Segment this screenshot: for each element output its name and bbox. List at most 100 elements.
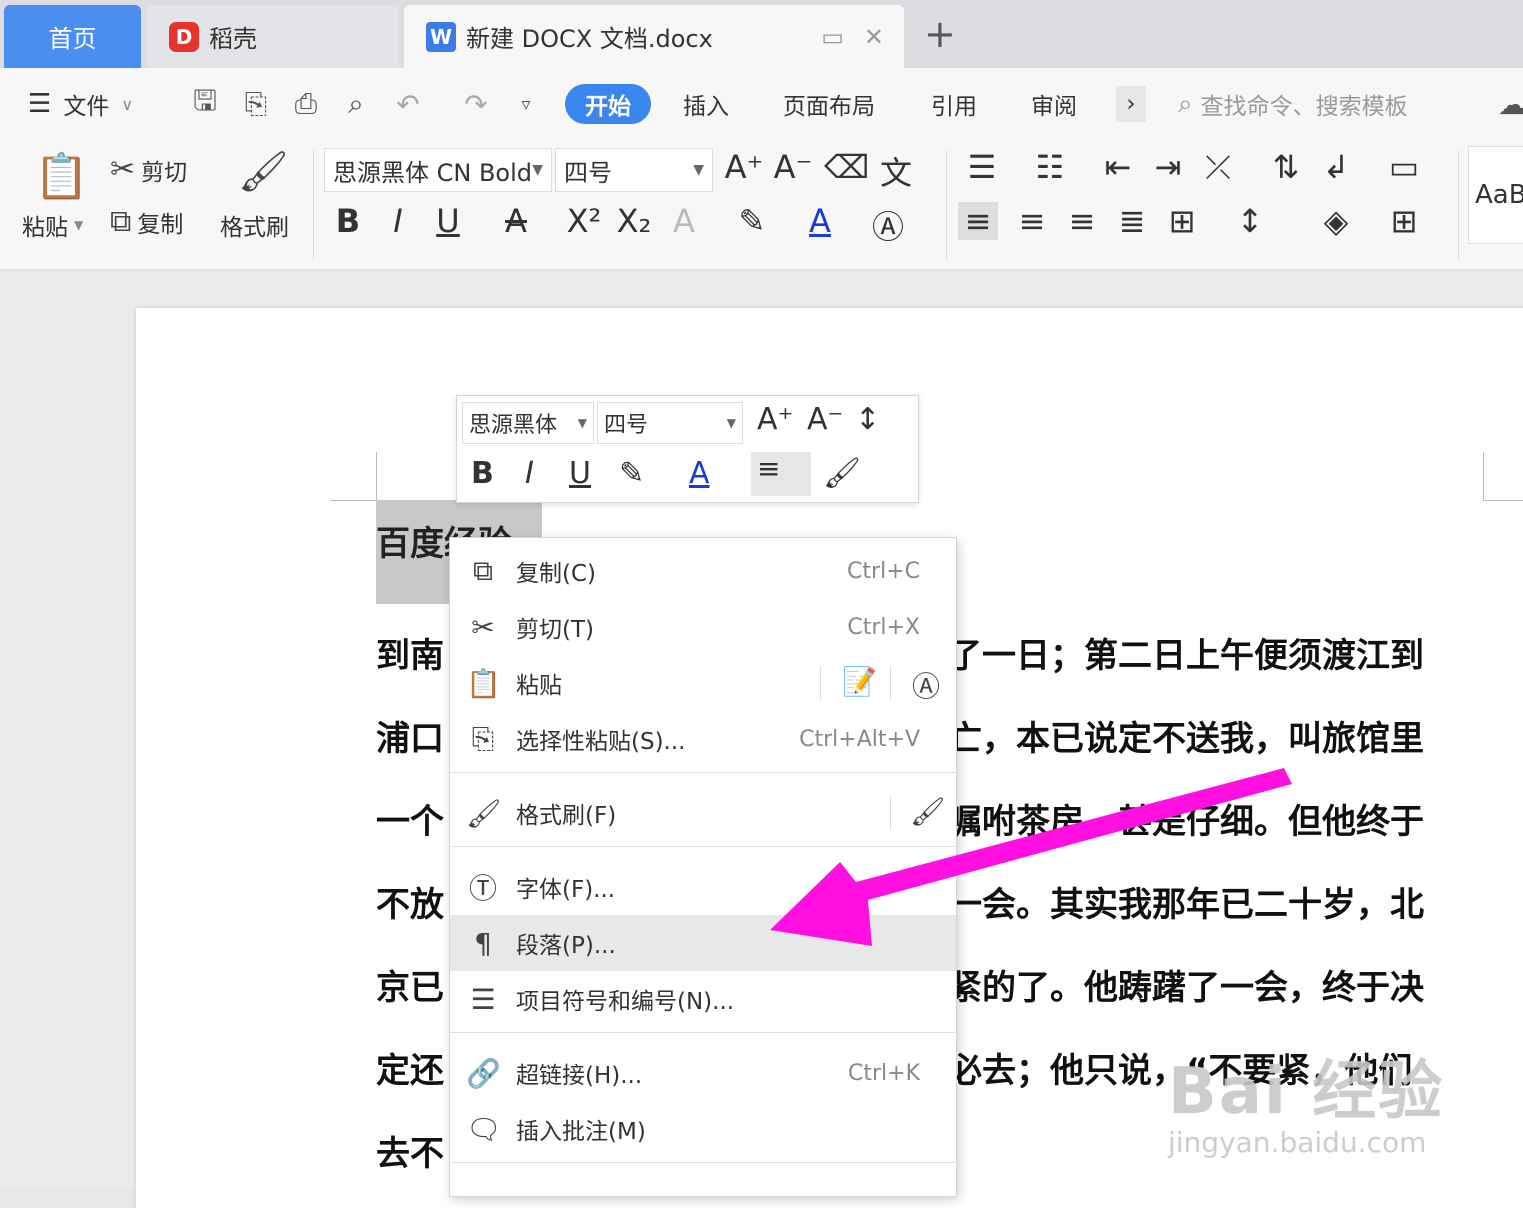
shading-icon[interactable]: ◈: [1316, 202, 1356, 240]
redo-icon[interactable]: ↷: [458, 86, 494, 122]
ruler-icon[interactable]: ▭: [1384, 148, 1424, 186]
italic-icon[interactable]: I: [525, 456, 534, 491]
tab-insert[interactable]: 插入: [683, 68, 729, 140]
text-line[interactable]: 一个 嘱咐茶房，甚是仔细。但他终于: [376, 794, 1424, 843]
underline-icon[interactable]: U: [569, 456, 591, 491]
char-border-icon[interactable]: Ⓐ: [868, 202, 908, 248]
copy-label: 复制: [137, 211, 184, 238]
strikethrough-icon[interactable]: A: [496, 202, 536, 240]
sort-icon[interactable]: ⇅: [1266, 148, 1306, 186]
menu-item-insert-comment[interactable]: 🗨 插入批注(M): [450, 1101, 956, 1157]
text-line[interactable]: 到南 了一日；第二日上午便须渡江到: [376, 628, 1424, 677]
tab-home-label: 首页: [48, 25, 97, 53]
tab-start[interactable]: 开始: [565, 84, 651, 124]
bullet-list-icon[interactable]: ☰: [962, 148, 1002, 186]
menu-item-paste[interactable]: 📋 粘贴 📝 Ⓐ: [450, 655, 956, 711]
font-color-icon[interactable]: A: [689, 456, 710, 491]
subscript-icon[interactable]: X₂: [614, 202, 654, 240]
align-right-icon[interactable]: ≡: [1062, 202, 1102, 240]
decrease-font-icon[interactable]: A⁻: [807, 402, 843, 437]
style-preview[interactable]: AaB: [1468, 146, 1523, 244]
distribute-icon[interactable]: ⊞: [1162, 202, 1202, 240]
increase-indent-icon[interactable]: ⇥: [1148, 148, 1188, 186]
superscript-icon[interactable]: X²: [564, 202, 604, 240]
brush-icon[interactable]: 🖌: [823, 456, 861, 491]
font-color-icon[interactable]: A: [800, 202, 840, 240]
command-search[interactable]: ⌕ 查找命令、搜索模板: [1178, 68, 1408, 140]
file-menu[interactable]: ☰ 文件 ∨: [28, 68, 133, 140]
tab-document[interactable]: W 新建 DOCX 文档.docx ▭ ✕: [404, 5, 904, 68]
chinese-layout-icon[interactable]: ⤫: [1198, 148, 1238, 187]
menu-item-hyperlink[interactable]: 🔗 超链接(H)... Ctrl+K: [450, 1045, 956, 1101]
tab-review[interactable]: 审阅: [1031, 68, 1077, 140]
italic-icon[interactable]: I: [378, 202, 418, 240]
mini-font-select[interactable]: 思源黑体 ▼: [462, 402, 594, 444]
customize-icon[interactable]: ▿: [508, 86, 544, 122]
line-end: 嘱咐茶房，甚是仔细。但他终于: [948, 802, 1424, 842]
export-icon[interactable]: ⎘: [238, 86, 274, 122]
paste-keep-format-icon[interactable]: 📝: [842, 665, 877, 698]
clear-format-icon[interactable]: ⌫: [824, 148, 869, 186]
save-icon[interactable]: 🖫: [187, 84, 223, 122]
paste-button[interactable]: 粘贴 ▼: [22, 208, 83, 242]
numbered-list-icon[interactable]: ☷: [1030, 148, 1070, 186]
undo-icon[interactable]: ↶: [390, 86, 426, 122]
increase-font-icon[interactable]: A⁺: [757, 402, 793, 437]
multi-brush-icon[interactable]: 🖌: [910, 795, 946, 828]
print-icon[interactable]: ⎙: [288, 86, 324, 122]
justify-icon[interactable]: ≣: [1112, 202, 1152, 240]
text-effect-icon[interactable]: A: [664, 202, 704, 240]
menu-item-paragraph[interactable]: ¶ 段落(P)...: [450, 915, 956, 971]
tab-home[interactable]: 首页: [4, 5, 141, 68]
close-tab-icon[interactable]: ✕: [864, 23, 884, 51]
copy-button[interactable]: ⧉ 复制: [110, 204, 183, 239]
decrease-font-icon[interactable]: A⁻: [773, 148, 813, 186]
screen-icon[interactable]: ▭: [821, 23, 844, 51]
format-painter-button[interactable]: 格式刷: [220, 208, 289, 242]
bold-icon[interactable]: B: [328, 202, 368, 240]
cut-button[interactable]: ✂ 剪切: [110, 152, 187, 187]
highlight-icon[interactable]: ✎: [619, 456, 644, 491]
menu-item-cut[interactable]: ✂ 剪切(T) Ctrl+X: [450, 599, 956, 655]
align-icon[interactable]: ≡: [751, 452, 811, 496]
font-name-select[interactable]: 思源黑体 CN Bold ▼: [324, 148, 552, 192]
increase-font-icon[interactable]: A⁺: [724, 148, 764, 186]
copy-icon: ⧉: [110, 204, 132, 239]
underline-icon[interactable]: U: [428, 202, 468, 240]
menu-item-copy[interactable]: ⧉ 复制(C) Ctrl+C: [450, 543, 956, 599]
mini-size-select[interactable]: 四号 ▼: [597, 402, 743, 444]
tab-daoke[interactable]: D 稻壳: [147, 5, 399, 68]
more-tabs-button[interactable]: ›: [1116, 86, 1146, 122]
menu-item-label: 字体(F)...: [516, 877, 616, 903]
align-center-icon[interactable]: ≡: [1012, 202, 1052, 240]
text-line[interactable]: 不放 一会。其实我那年已二十岁，北: [376, 877, 1424, 926]
tab-page-layout[interactable]: 页面布局: [783, 68, 875, 140]
text-line[interactable]: 京已 紧的了。他踌躇了一会，终于决: [376, 960, 1424, 1009]
cloud-icon[interactable]: ☁: [1494, 86, 1523, 122]
menu-item-format-painter[interactable]: 🖌 格式刷(F) 🖌: [450, 785, 956, 841]
line-spacing-icon[interactable]: ↕: [855, 402, 880, 437]
paste-big-icon[interactable]: 📋: [34, 150, 89, 202]
text-line[interactable]: 定还 必去；他只说，“不要紧，他们: [376, 1043, 1412, 1092]
menu-item-paste-special[interactable]: ⎘ 选择性粘贴(S)... Ctrl+Alt+V: [450, 711, 956, 767]
new-tab-button[interactable]: +: [924, 12, 956, 56]
show-marks-icon[interactable]: ↲: [1316, 148, 1356, 186]
paste-text-only-icon[interactable]: Ⓐ: [912, 665, 940, 705]
bold-icon[interactable]: B: [471, 456, 494, 491]
highlight-icon[interactable]: ✎: [732, 202, 772, 240]
line-spacing-icon[interactable]: ↕: [1230, 202, 1270, 240]
text-line[interactable]: 浦口 亡，本已说定不送我，叫旅馆里: [376, 711, 1424, 760]
font-size-select[interactable]: 四号 ▼: [555, 148, 713, 192]
align-left-icon[interactable]: ≡: [958, 202, 998, 240]
menu-item-label: 选择性粘贴(S)...: [516, 729, 686, 755]
copy-icon: ⧉: [473, 554, 493, 587]
tab-references[interactable]: 引用: [931, 68, 977, 140]
menu-item-font[interactable]: Ⓣ 字体(F)...: [450, 859, 956, 915]
pinyin-icon[interactable]: 文: [876, 148, 916, 194]
text-line[interactable]: 去不: [376, 1126, 444, 1175]
print-preview-icon[interactable]: ⌕: [338, 86, 374, 122]
borders-icon[interactable]: ⊞: [1384, 202, 1424, 240]
format-painter-big-icon[interactable]: 🖌: [238, 148, 289, 195]
menu-item-bullets-numbering[interactable]: ☰ 项目符号和编号(N)...: [450, 971, 956, 1027]
decrease-indent-icon[interactable]: ⇤: [1098, 148, 1138, 186]
